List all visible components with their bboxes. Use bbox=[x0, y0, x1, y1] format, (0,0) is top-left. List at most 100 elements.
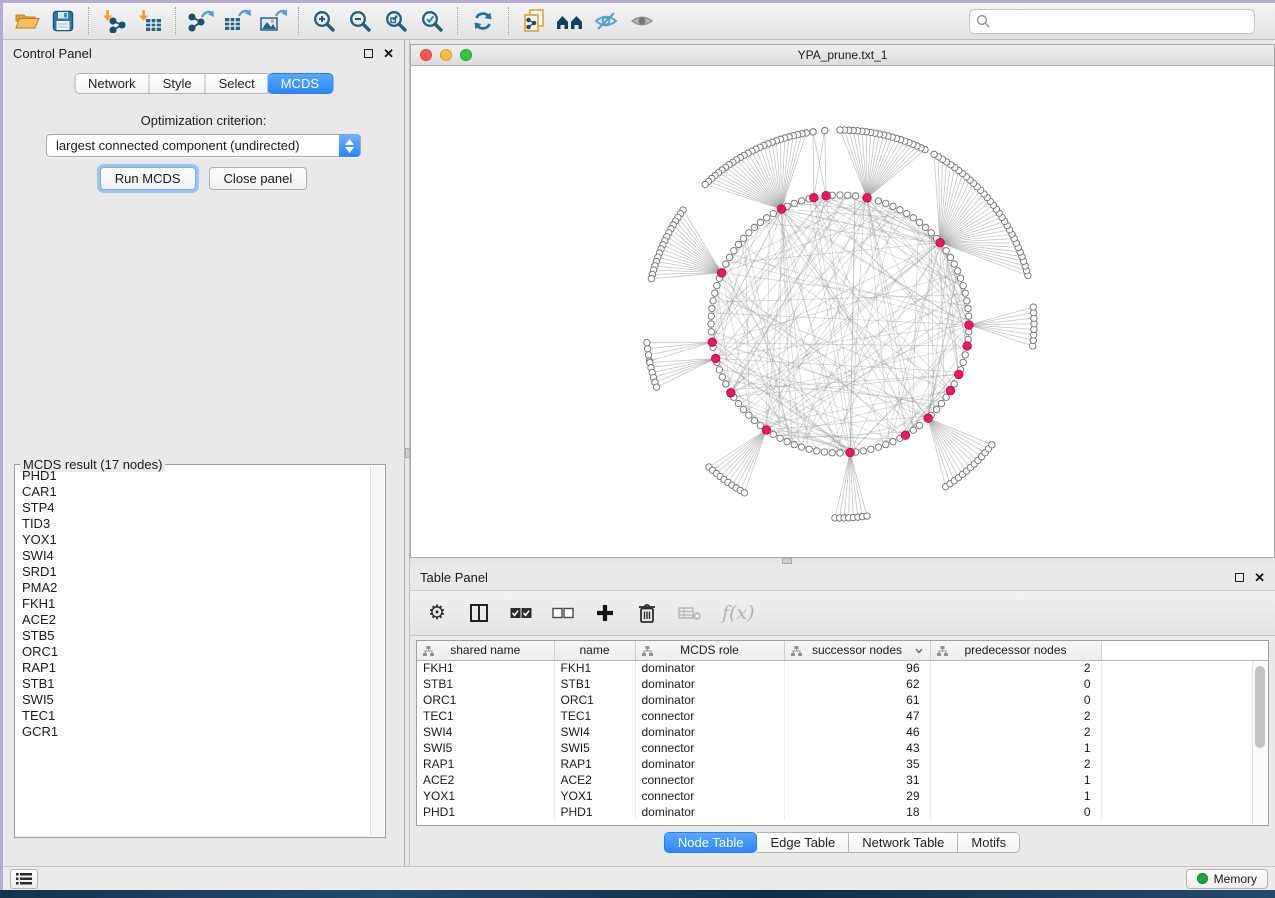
close-panel-icon[interactable]: ✕ bbox=[1254, 571, 1265, 584]
table-cell[interactable]: RAP1 bbox=[417, 756, 554, 772]
table-cell[interactable]: 31 bbox=[784, 772, 930, 788]
mcds-result-item[interactable]: TEC1 bbox=[17, 708, 369, 724]
tab-network[interactable]: Network bbox=[74, 73, 150, 94]
table-row[interactable]: RAP1RAP1dominator352 bbox=[417, 756, 1268, 772]
table-cell[interactable]: STB1 bbox=[554, 676, 635, 692]
save-session-button[interactable] bbox=[45, 6, 81, 36]
table-cell[interactable]: TEC1 bbox=[554, 708, 635, 724]
add-column-button[interactable] bbox=[594, 600, 616, 626]
table-row[interactable]: STB1STB1dominator620 bbox=[417, 676, 1268, 692]
table-cell[interactable]: 46 bbox=[784, 724, 930, 740]
table-cell[interactable]: 0 bbox=[930, 692, 1101, 708]
network-frame-titlebar[interactable]: YPA_prune.txt_1 bbox=[411, 45, 1274, 66]
table-cell[interactable]: dominator bbox=[635, 756, 784, 772]
table-cell[interactable]: connector bbox=[635, 740, 784, 756]
deselect-all-rows-button[interactable] bbox=[552, 600, 574, 626]
table-cell[interactable]: PHD1 bbox=[554, 804, 635, 820]
open-file-button[interactable] bbox=[9, 6, 45, 36]
table-cell[interactable]: 35 bbox=[784, 756, 930, 772]
table-cell[interactable]: TEC1 bbox=[417, 708, 554, 724]
mcds-result-item[interactable]: STP4 bbox=[17, 500, 369, 516]
mcds-result-item[interactable]: STB1 bbox=[17, 676, 369, 692]
table-cell[interactable]: 0 bbox=[930, 804, 1101, 820]
table-cell[interactable]: 96 bbox=[784, 660, 930, 676]
table-cell[interactable]: dominator bbox=[635, 692, 784, 708]
tab-style[interactable]: Style bbox=[150, 73, 206, 94]
table-cell[interactable]: ORC1 bbox=[554, 692, 635, 708]
mcds-result-item[interactable]: SRD1 bbox=[17, 564, 369, 580]
table-cell[interactable]: 29 bbox=[784, 788, 930, 804]
table-cell[interactable]: ACE2 bbox=[417, 772, 554, 788]
table-cell[interactable]: 1 bbox=[930, 772, 1101, 788]
zoom-out-button[interactable] bbox=[342, 6, 378, 36]
table-cell[interactable]: 2 bbox=[930, 756, 1101, 772]
table-cell[interactable]: dominator bbox=[635, 660, 784, 676]
table-cell[interactable]: dominator bbox=[635, 804, 784, 820]
table-row[interactable]: ORC1ORC1dominator610 bbox=[417, 692, 1268, 708]
show-columns-button[interactable] bbox=[468, 600, 490, 626]
delete-columns-button[interactable] bbox=[636, 600, 658, 626]
mcds-result-item[interactable]: YOX1 bbox=[17, 532, 369, 548]
table-cell[interactable]: 47 bbox=[784, 708, 930, 724]
table-cell[interactable]: FKH1 bbox=[417, 660, 554, 676]
table-cell[interactable]: 2 bbox=[930, 660, 1101, 676]
table-cell[interactable]: 2 bbox=[930, 724, 1101, 740]
mcds-result-item[interactable]: ORC1 bbox=[17, 644, 369, 660]
mcds-result-item[interactable]: ACE2 bbox=[17, 612, 369, 628]
mcds-result-item[interactable]: STB5 bbox=[17, 628, 369, 644]
network-canvas[interactable] bbox=[411, 66, 1274, 557]
maximize-window-icon[interactable] bbox=[460, 49, 472, 61]
table-cell[interactable]: FKH1 bbox=[554, 660, 635, 676]
table-cell[interactable]: 0 bbox=[930, 676, 1101, 692]
mcds-result-item[interactable]: PHD1 bbox=[17, 468, 369, 484]
memory-button[interactable]: Memory bbox=[1186, 869, 1268, 889]
float-panel-icon[interactable] bbox=[1235, 573, 1244, 582]
optimization-criterion-select[interactable]: largest connected component (undirected) bbox=[46, 134, 361, 157]
table-cell[interactable]: SWI5 bbox=[554, 740, 635, 756]
table-row[interactable]: ACE2ACE2connector311 bbox=[417, 772, 1268, 788]
delete-table-button[interactable] bbox=[678, 600, 702, 626]
function-builder-button[interactable]: f(x) bbox=[722, 600, 755, 626]
run-mcds-button[interactable]: Run MCDS bbox=[100, 167, 196, 190]
table-row[interactable]: TEC1TEC1connector472 bbox=[417, 708, 1268, 724]
mcds-result-item[interactable]: SWI4 bbox=[17, 548, 369, 564]
scrollbar-thumb[interactable] bbox=[1255, 666, 1265, 748]
table-cell[interactable]: connector bbox=[635, 772, 784, 788]
tab-motifs[interactable]: Motifs bbox=[958, 832, 1020, 853]
zoom-in-button[interactable] bbox=[306, 6, 342, 36]
table-cell[interactable]: 43 bbox=[784, 740, 930, 756]
table-cell[interactable]: 1 bbox=[930, 788, 1101, 804]
mcds-result-item[interactable]: TID3 bbox=[17, 516, 369, 532]
tab-mcds[interactable]: MCDS bbox=[268, 73, 333, 94]
table-cell[interactable]: PHD1 bbox=[417, 804, 554, 820]
show-all-button[interactable] bbox=[624, 6, 660, 36]
tab-node-table[interactable]: Node Table bbox=[664, 832, 758, 853]
table-cell[interactable]: 2 bbox=[930, 708, 1101, 724]
table-settings-button[interactable]: ⚙ bbox=[426, 600, 448, 626]
close-panel-button[interactable]: Close panel bbox=[209, 167, 308, 190]
table-row[interactable]: SWI5SWI5connector431 bbox=[417, 740, 1268, 756]
table-cell[interactable]: ACE2 bbox=[554, 772, 635, 788]
tab-edge-table[interactable]: Edge Table bbox=[757, 832, 849, 853]
hide-selected-button[interactable] bbox=[588, 6, 624, 36]
zoom-selected-button[interactable] bbox=[414, 6, 450, 36]
table-cell[interactable]: 61 bbox=[784, 692, 930, 708]
search-input[interactable] bbox=[969, 9, 1255, 34]
minimize-window-icon[interactable] bbox=[440, 49, 452, 61]
task-history-button[interactable] bbox=[10, 869, 38, 889]
refresh-view-button[interactable] bbox=[465, 6, 501, 36]
column-header-successor-nodes[interactable]: successor nodes bbox=[784, 641, 930, 660]
table-cell[interactable]: dominator bbox=[635, 724, 784, 740]
new-network-from-selection-button[interactable] bbox=[516, 6, 552, 36]
export-table-button[interactable] bbox=[219, 6, 255, 36]
table-cell[interactable]: YOX1 bbox=[554, 788, 635, 804]
table-row[interactable]: SWI4SWI4dominator462 bbox=[417, 724, 1268, 740]
close-window-icon[interactable] bbox=[420, 49, 432, 61]
table-cell[interactable]: dominator bbox=[635, 676, 784, 692]
table-cell[interactable]: SWI4 bbox=[417, 724, 554, 740]
first-neighbors-button[interactable] bbox=[552, 6, 588, 36]
table-cell[interactable]: 1 bbox=[930, 740, 1101, 756]
export-network-button[interactable] bbox=[183, 6, 219, 36]
mcds-result-item[interactable]: RAP1 bbox=[17, 660, 369, 676]
mcds-result-item[interactable]: FKH1 bbox=[17, 596, 369, 612]
